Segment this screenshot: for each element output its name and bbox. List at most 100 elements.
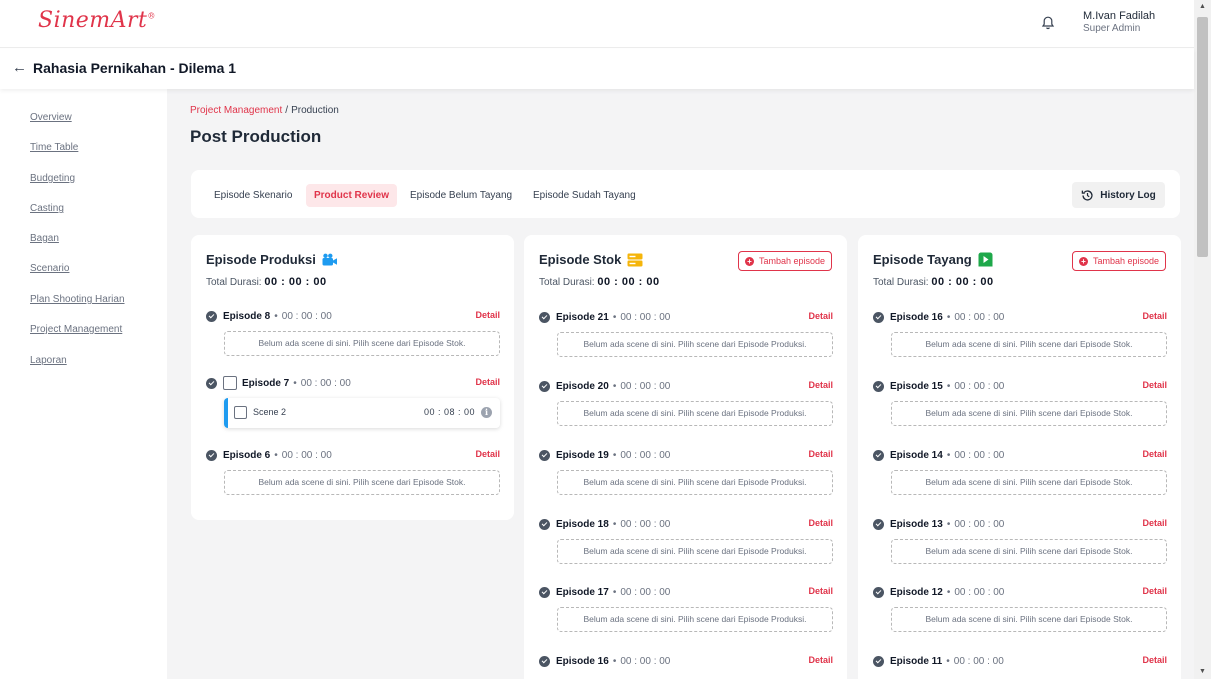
- episode-name: Episode 15: [890, 380, 943, 392]
- scrollbar-thumb[interactable]: [1197, 17, 1208, 257]
- episode-name: Episode 21: [556, 311, 609, 323]
- tab-episode-sudah-tayang[interactable]: Episode Sudah Tayang: [525, 184, 644, 207]
- chevron-down-icon[interactable]: [539, 586, 550, 598]
- separator-dot: •: [612, 311, 617, 323]
- detail-link[interactable]: Detail: [475, 449, 500, 459]
- total-duration: Total Durasi: 00 : 00 : 00: [539, 276, 660, 288]
- episode-name: Episode 14: [890, 449, 943, 461]
- episode-time: 00 : 00 : 00: [954, 449, 1005, 461]
- sidebar-item-casting[interactable]: Casting: [30, 203, 64, 214]
- empty-scene-placeholder: Belum ada scene di sini. Pilih scene dar…: [557, 539, 833, 564]
- breadcrumb-project-management[interactable]: Project Management: [190, 105, 282, 116]
- sidebar-item-plan-shooting-harian[interactable]: Plan Shooting Harian: [30, 294, 125, 305]
- scroll-down-arrow-icon[interactable]: ▼: [1199, 668, 1206, 675]
- add-episode-button[interactable]: + Tambah episode: [1071, 251, 1166, 271]
- chevron-down-icon[interactable]: [873, 518, 884, 530]
- episode-time: 00 : 00 : 00: [300, 377, 351, 389]
- detail-link[interactable]: Detail: [808, 586, 833, 596]
- add-episode-label: Tambah episode: [1092, 256, 1159, 266]
- scene-label: Scene 2: [253, 407, 287, 417]
- chevron-down-icon[interactable]: [539, 380, 550, 392]
- chevron-down-icon[interactable]: [873, 449, 884, 461]
- back-arrow-icon[interactable]: ←: [12, 59, 27, 76]
- scroll-up-arrow-icon[interactable]: ▲: [1199, 3, 1206, 10]
- episode-time: 00 : 00 : 00: [954, 380, 1005, 392]
- episode-group: Episode 6 • 00 : 00 : 00 Detail Belum ad…: [206, 448, 500, 495]
- separator-dot: •: [612, 380, 617, 392]
- detail-link[interactable]: Detail: [1142, 449, 1167, 459]
- column-title-text: Episode Tayang: [873, 252, 972, 267]
- main-content: Project Management / Production Post Produ…: [167, 89, 1194, 679]
- chevron-down-icon[interactable]: [206, 310, 217, 322]
- chevron-down-icon[interactable]: [206, 449, 217, 461]
- column-title: Episode Stok: [539, 252, 643, 267]
- total-duration-label: Total Durasi:: [539, 277, 595, 288]
- sidebar-item-time-table[interactable]: Time Table: [30, 142, 78, 153]
- separator-dot: •: [946, 311, 951, 323]
- scene-checkbox[interactable]: [234, 406, 247, 419]
- empty-scene-placeholder: Belum ada scene di sini. Pilih scene dar…: [557, 332, 833, 357]
- total-duration-value: 00 : 00 : 00: [597, 276, 660, 288]
- chevron-down-icon[interactable]: [539, 311, 550, 323]
- sidebar-item-scenario[interactable]: Scenario: [30, 263, 69, 274]
- episode-name: Episode 17: [556, 586, 609, 598]
- play-icon: [978, 252, 993, 267]
- separator-dot: •: [293, 377, 297, 389]
- tab-episode-skenario[interactable]: Episode Skenario: [206, 184, 300, 207]
- history-log-button[interactable]: History Log: [1072, 182, 1165, 208]
- detail-link[interactable]: Detail: [808, 449, 833, 459]
- bell-icon[interactable]: [1040, 15, 1056, 31]
- empty-scene-placeholder: Belum ada scene di sini. Pilih scene dar…: [557, 470, 833, 495]
- detail-link[interactable]: Detail: [1142, 586, 1167, 596]
- tab-product-review[interactable]: Product Review: [306, 184, 398, 207]
- sidebar-item-project-management[interactable]: Project Management: [30, 324, 122, 335]
- info-icon[interactable]: i: [481, 407, 492, 418]
- column-episode-stok: Episode Stok + Tambah episode Total Duras…: [524, 235, 847, 679]
- chevron-down-icon[interactable]: [873, 586, 884, 598]
- empty-scene-placeholder: Belum ada scene di sini. Pilih scene dar…: [891, 470, 1167, 495]
- sidebar-item-overview[interactable]: Overview: [30, 112, 72, 123]
- episode-time: 00 : 00 : 00: [620, 586, 671, 598]
- detail-link[interactable]: Detail: [808, 380, 833, 390]
- sidebar: Overview Time Table Budgeting Casting Ba…: [0, 89, 167, 679]
- separator-dot: •: [946, 518, 951, 530]
- empty-scene-placeholder: Belum ada scene di sini. Pilih scene dar…: [557, 401, 833, 426]
- separator-dot: •: [946, 380, 951, 392]
- detail-link[interactable]: Detail: [808, 518, 833, 528]
- episode-checkbox[interactable]: [223, 376, 237, 390]
- chevron-down-icon[interactable]: [539, 449, 550, 461]
- episode-name: Episode 20: [556, 380, 609, 392]
- detail-link[interactable]: Detail: [808, 311, 833, 321]
- app-logo[interactable]: SinemArt®: [38, 8, 156, 33]
- breadcrumb-separator: /: [285, 105, 289, 116]
- chevron-down-icon[interactable]: [873, 311, 884, 323]
- detail-link[interactable]: Detail: [808, 655, 833, 665]
- detail-link[interactable]: Detail: [1142, 380, 1167, 390]
- episode-group: Episode 7 • 00 : 00 : 00 Detail Scene 2 …: [206, 376, 500, 428]
- camera-icon: [322, 253, 337, 265]
- scene-duration: 00 : 08 : 00: [423, 407, 475, 417]
- sidebar-item-budgeting[interactable]: Budgeting: [30, 173, 75, 184]
- chevron-down-icon[interactable]: [539, 518, 550, 530]
- episode-group: Episode 8 • 00 : 00 : 00 Detail Belum ad…: [206, 309, 500, 356]
- detail-link[interactable]: Detail: [1142, 311, 1167, 321]
- user-menu[interactable]: M.Ivan Fadilah Super Admin: [1083, 10, 1155, 34]
- chevron-down-icon[interactable]: [539, 655, 550, 667]
- add-episode-button[interactable]: + Tambah episode: [737, 251, 832, 271]
- sidebar-item-laporan[interactable]: Laporan: [30, 355, 67, 366]
- chevron-down-icon[interactable]: [206, 377, 217, 389]
- separator-dot: •: [612, 586, 617, 598]
- detail-link[interactable]: Detail: [475, 377, 500, 387]
- chevron-down-icon[interactable]: [873, 655, 884, 667]
- detail-link[interactable]: Detail: [1142, 655, 1167, 665]
- scene-card[interactable]: Scene 2 00 : 08 : 00 i: [224, 398, 500, 428]
- separator-dot: •: [946, 655, 950, 667]
- sidebar-item-bagan[interactable]: Bagan: [30, 233, 59, 244]
- chevron-down-icon[interactable]: [873, 380, 884, 392]
- episode-group: Episode 12 • 00 : 00 : 00 Detail Belum ada …: [873, 585, 1167, 632]
- tab-episode-belum-tayang[interactable]: Episode Belum Tayang: [402, 184, 520, 207]
- detail-link[interactable]: Detail: [475, 310, 500, 320]
- detail-link[interactable]: Detail: [1142, 518, 1167, 528]
- page-scrollbar[interactable]: ▲ ▼: [1194, 0, 1211, 679]
- episode-time: 00 : 00 : 00: [281, 449, 332, 461]
